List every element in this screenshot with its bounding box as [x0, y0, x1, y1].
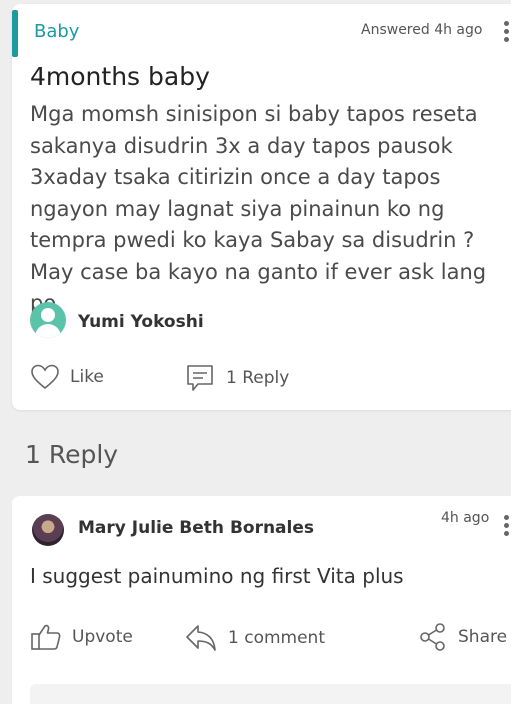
reply-text: I suggest painumino ng first Vita plus: [30, 564, 404, 588]
reply-arrow-icon: [186, 625, 216, 651]
question-card: Baby Answered 4h ago 4months baby Mga mo…: [12, 4, 511, 410]
replies-heading: 1 Reply: [25, 440, 119, 469]
reply-avatar[interactable]: [32, 514, 64, 546]
like-label: Like: [70, 367, 104, 387]
question-title: 4months baby: [30, 62, 210, 91]
more-options-icon[interactable]: [502, 515, 510, 536]
reply-count-label: 1 Reply: [226, 368, 290, 388]
question-author[interactable]: Yumi Yokoshi: [78, 312, 204, 332]
reply-author[interactable]: Mary Julie Beth Bornales: [78, 518, 314, 538]
upvote-button[interactable]: Upvote: [30, 622, 133, 652]
comment-button[interactable]: 1 comment: [184, 622, 325, 654]
category-accent-bar: [12, 10, 18, 57]
share-button[interactable]: Share: [418, 622, 507, 652]
upvote-label: Upvote: [72, 627, 133, 647]
like-button[interactable]: Like: [30, 362, 104, 392]
reply-time: 4h ago: [441, 510, 490, 526]
question-body: Mga momsh sinisipon si baby tapos reseta…: [30, 102, 487, 315]
answered-time: Answered 4h ago: [361, 22, 483, 38]
thumbs-up-icon: [31, 624, 61, 650]
reply-button[interactable]: 1 Reply: [184, 362, 289, 394]
share-label: Share: [458, 627, 508, 647]
share-icon: [420, 623, 445, 651]
nested-comment-card: [30, 684, 511, 704]
user-avatar-icon[interactable]: [30, 302, 66, 338]
category-link[interactable]: Baby: [34, 21, 79, 42]
chat-bubble-icon: [187, 365, 213, 391]
reply-card: Mary Julie Beth Bornales 4h ago I sugges…: [12, 496, 511, 704]
comment-label: 1 comment: [228, 628, 325, 648]
more-options-icon[interactable]: [502, 21, 510, 42]
heart-icon: [31, 364, 59, 390]
